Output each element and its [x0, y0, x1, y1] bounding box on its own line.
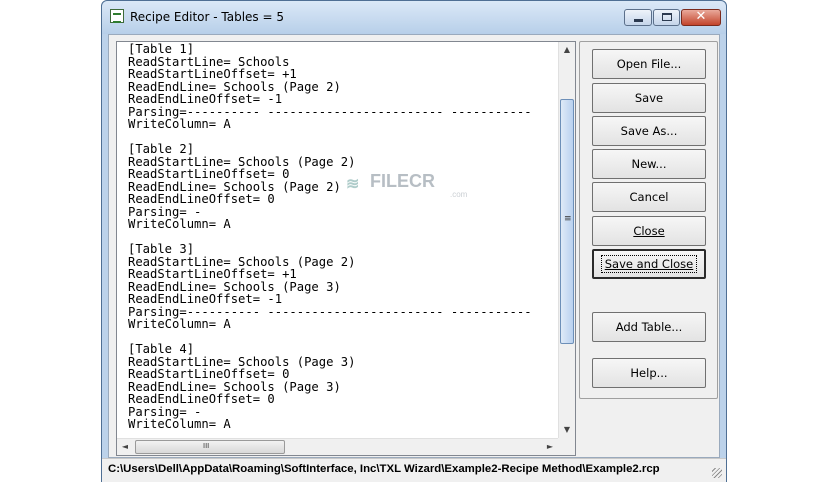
watermark-logo-icon: ≋	[346, 176, 360, 193]
recipe-editor-window: Recipe Editor - Tables = 5 ✕ [Table 1] Re…	[101, 0, 727, 482]
vertical-scrollbar[interactable]: ▲ ≡ ▼	[558, 42, 575, 438]
editor-line: ReadStartLineOffset= +1	[128, 267, 297, 281]
client-area: [Table 1] ReadStartLine= Schools ReadStart…	[108, 34, 720, 458]
editor-line: ReadEndLineOffset= -1	[128, 292, 283, 306]
add-table-button[interactable]: Add Table...	[592, 312, 706, 342]
editor-line: ReadEndLineOffset= -1	[128, 92, 283, 106]
vertical-scroll-thumb[interactable]: ≡	[560, 99, 574, 344]
editor-line: WriteColumn= A	[128, 417, 231, 431]
scroll-down-arrow-icon[interactable]: ▼	[559, 422, 575, 438]
save-and-close-label: Save and Close	[600, 255, 698, 273]
close-button-label: Close	[633, 224, 665, 238]
editor-line: [Table 3]	[128, 242, 195, 256]
close-button[interactable]: Close	[592, 216, 706, 246]
watermark-suffix: .com	[450, 190, 468, 199]
minimize-icon	[634, 19, 643, 22]
editor-line: ReadStartLineOffset= +1	[128, 67, 297, 81]
recipe-app-icon	[110, 9, 124, 23]
maximize-button[interactable]	[653, 9, 680, 26]
help-button[interactable]: Help...	[592, 358, 706, 388]
recipe-text-editor[interactable]: [Table 1] ReadStartLine= Schools ReadStart…	[116, 41, 576, 456]
scroll-left-arrow-icon[interactable]: ◄	[117, 439, 133, 455]
horizontal-scroll-thumb[interactable]: III	[135, 440, 285, 454]
editor-line: [Table 1]	[128, 43, 195, 56]
save-button[interactable]: Save	[592, 83, 706, 113]
watermark: ≋ FILECR .com	[346, 171, 467, 199]
new-button[interactable]: New...	[592, 149, 706, 179]
button-panel: Open File... Save Save As... New... Canc…	[579, 41, 718, 399]
scroll-up-arrow-icon[interactable]: ▲	[559, 42, 575, 58]
editor-line: [Table 2]	[128, 142, 195, 156]
editor-text-area[interactable]: [Table 1] ReadStartLine= Schools ReadStart…	[118, 43, 559, 438]
scroll-right-arrow-icon[interactable]: ►	[542, 439, 558, 455]
editor-line: ReadStartLineOffset= 0	[128, 367, 290, 381]
save-and-close-button[interactable]: Save and Close	[592, 249, 706, 279]
save-as-button[interactable]: Save As...	[592, 116, 706, 146]
scroll-corner	[558, 438, 575, 455]
scroll-grip-icon: ≡	[564, 214, 572, 224]
file-path-text: C:\Users\Dell\AppData\Roaming\SoftInterf…	[108, 463, 660, 475]
close-window-button[interactable]: ✕	[681, 9, 721, 26]
maximize-icon	[662, 13, 672, 21]
editor-line: WriteColumn= A	[128, 317, 231, 331]
resize-grip-icon[interactable]	[712, 468, 722, 478]
editor-line: [Table 4]	[128, 342, 195, 356]
editor-line: ReadEndLineOffset= 0	[128, 392, 275, 406]
title-bar[interactable]: Recipe Editor - Tables = 5 ✕	[102, 1, 726, 34]
horizontal-scrollbar[interactable]: ◄ III ►	[117, 438, 558, 455]
window-title: Recipe Editor - Tables = 5	[130, 10, 285, 24]
status-bar: C:\Users\Dell\AppData\Roaming\SoftInterf…	[102, 458, 726, 482]
minimize-button[interactable]	[624, 9, 652, 26]
editor-line: WriteColumn= A	[128, 117, 231, 131]
close-icon: ✕	[695, 9, 707, 24]
editor-line: ReadStartLineOffset= 0	[128, 167, 290, 181]
open-file-button[interactable]: Open File...	[592, 49, 706, 79]
watermark-brand: FILECR	[370, 171, 435, 191]
editor-line: ReadEndLineOffset= 0	[128, 192, 275, 206]
editor-line: WriteColumn= A	[128, 217, 231, 231]
cancel-button[interactable]: Cancel	[592, 182, 706, 212]
hscroll-grip-icon: III	[203, 442, 210, 450]
